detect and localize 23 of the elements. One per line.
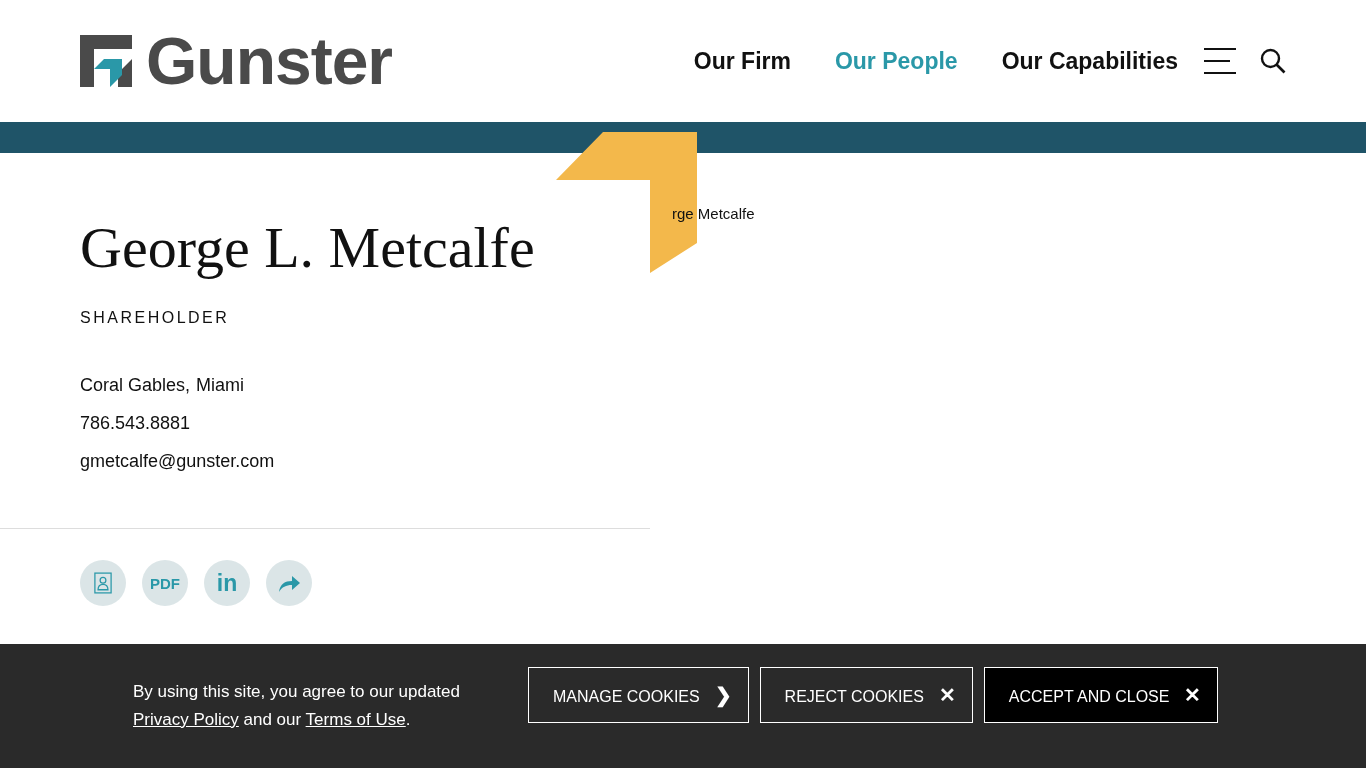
vcard-button[interactable] bbox=[80, 560, 126, 606]
location-link[interactable]: Miami bbox=[196, 375, 245, 396]
share-button[interactable] bbox=[266, 560, 312, 606]
nav-link[interactable]: Our Capabilities bbox=[1001, 47, 1178, 75]
logo[interactable]: Gunster bbox=[80, 28, 393, 94]
menu-icon[interactable] bbox=[1202, 47, 1238, 75]
logo-icon bbox=[80, 35, 132, 87]
terms-link[interactable]: Terms of Use bbox=[305, 710, 406, 729]
job-title: SHAREHOLDER bbox=[80, 309, 230, 327]
breadcrumb: rge Metcalfe bbox=[672, 205, 755, 222]
person-name: George L. Metcalfe bbox=[80, 219, 535, 277]
phone-link[interactable]: 786.543.8881 bbox=[80, 413, 191, 434]
cookie-button[interactable]: REJECT COOKIES ✕ bbox=[759, 667, 973, 723]
share-arrow-icon bbox=[277, 573, 301, 593]
location-link[interactable]: Coral Gables, bbox=[80, 375, 191, 396]
cookie-button[interactable]: MANAGE COOKIES ❯ bbox=[528, 667, 749, 723]
privacy-link[interactable]: Privacy Policy bbox=[133, 710, 239, 729]
email-link[interactable]: gmetcalfe@gunster.com bbox=[80, 451, 275, 472]
cookie-button[interactable]: ACCEPT AND CLOSE ✕ bbox=[983, 667, 1219, 723]
search-icon[interactable] bbox=[1260, 48, 1286, 74]
contact-card-icon bbox=[94, 572, 112, 594]
cookie-message: By using this site, you agree to our updated Privacy Policy and our Terms of Use. bbox=[133, 681, 461, 731]
nav-link[interactable]: Our Firm bbox=[693, 47, 791, 75]
